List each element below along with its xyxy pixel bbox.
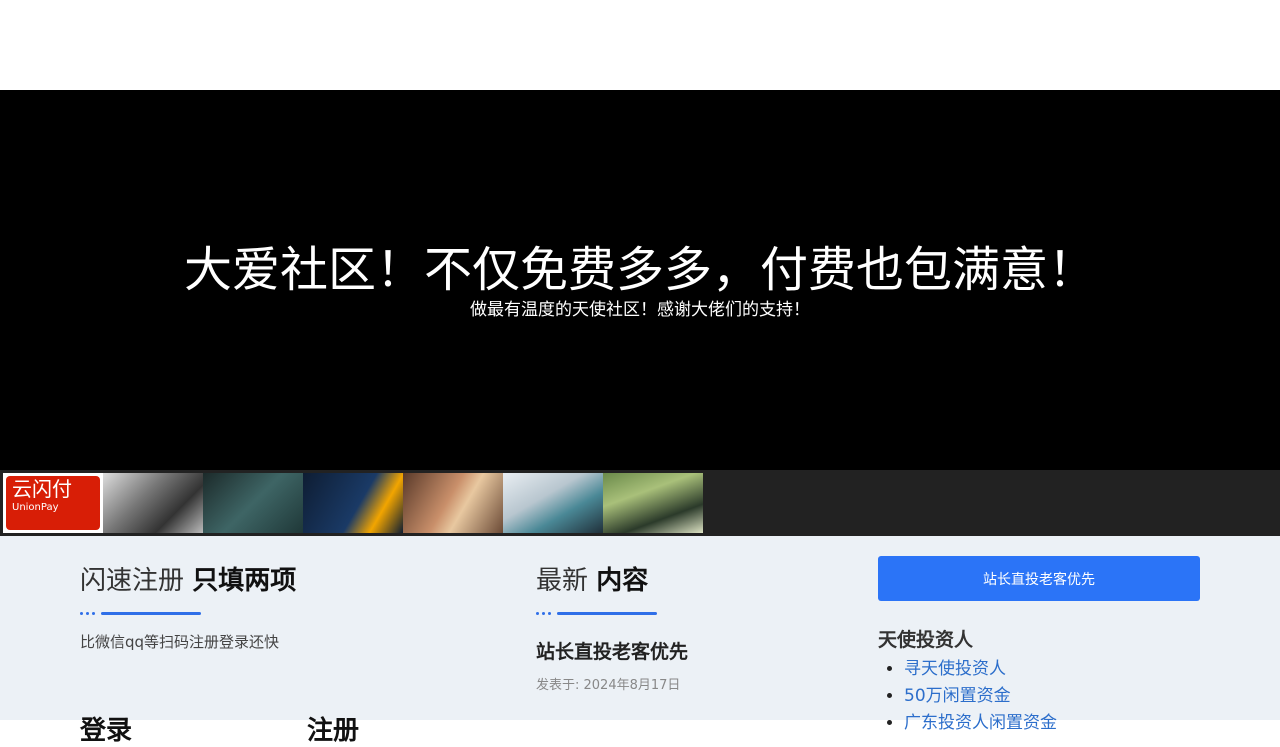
- sidebar: 站长直投老客优先 天使投资人 寻天使投资人 50万闲置资金 广东投资人闲置资金: [878, 556, 1200, 737]
- sidebar-link[interactable]: 50万闲置资金: [904, 686, 1011, 706]
- web-background-thumb[interactable]: [303, 473, 403, 533]
- register-heading-bold: 只填两项: [192, 566, 297, 596]
- hero-banner: 大爱社区！不仅免费多多，付费也包满意！ 做最有温度的天使社区！感谢大佬们的支持！: [0, 90, 1280, 470]
- heading-underline: [536, 611, 836, 615]
- students-thumb[interactable]: [603, 473, 703, 533]
- heading-underline: [80, 611, 500, 615]
- latest-heading-bold: 内容: [596, 566, 649, 596]
- register-heading: 闪速注册 只填两项: [80, 560, 500, 597]
- register-desc: 比微信qq等扫码注册登录还快: [80, 633, 280, 651]
- tab-login[interactable]: 登录: [80, 710, 132, 747]
- sidebar-link[interactable]: 广东投资人闲置资金: [904, 713, 1057, 733]
- hero-subtitle: 做最有温度的天使社区！感谢大佬们的支持！: [470, 300, 810, 320]
- nest-eggs-thumb[interactable]: [103, 473, 203, 533]
- post-title-link[interactable]: 站长直投老客优先: [536, 637, 836, 664]
- woman-headphones-thumb[interactable]: [503, 473, 603, 533]
- top-navbar: [0, 0, 1280, 90]
- sidebar-link-list: 寻天使投资人 50万闲置资金 广东投资人闲置资金: [878, 656, 1200, 737]
- tab-register[interactable]: 注册: [307, 710, 359, 747]
- sidebar-link[interactable]: 寻天使投资人: [904, 659, 1006, 679]
- register-section: 闪速注册 只填两项 比微信qq等扫码注册登录还快 登录 注册: [80, 560, 500, 746]
- unionpay-logo-sub: UnionPay: [12, 502, 59, 513]
- list-item: 寻天使投资人: [904, 656, 1200, 683]
- post-date: 发表于: 2024年8月17日: [536, 678, 681, 693]
- content-area: 闪速注册 只填两项 比微信qq等扫码注册登录还快 登录 注册 最新 内容 站长直…: [0, 536, 1280, 746]
- latest-section: 最新 内容 站长直投老客优先 发表于: 2024年8月17日: [536, 560, 836, 693]
- thumbnail-strip: 云闪付 UnionPay: [0, 470, 1280, 536]
- woman-tablet-thumb[interactable]: [403, 473, 503, 533]
- unionpay-thumb[interactable]: 云闪付 UnionPay: [3, 473, 103, 533]
- sidebar-title: 天使投资人: [878, 629, 974, 651]
- featured-button[interactable]: 站长直投老客优先: [878, 556, 1200, 601]
- unionpay-logo-text: 云闪付: [12, 477, 72, 501]
- team-icon-thumb[interactable]: [203, 473, 303, 533]
- latest-heading: 最新 内容: [536, 560, 836, 597]
- list-item: 50万闲置资金: [904, 683, 1200, 710]
- hero-title: 大爱社区！不仅免费多多，付费也包满意！: [183, 242, 1096, 298]
- register-heading-light: 闪速注册: [80, 566, 185, 596]
- list-item: 广东投资人闲置资金: [904, 710, 1200, 737]
- latest-heading-light: 最新: [536, 566, 589, 596]
